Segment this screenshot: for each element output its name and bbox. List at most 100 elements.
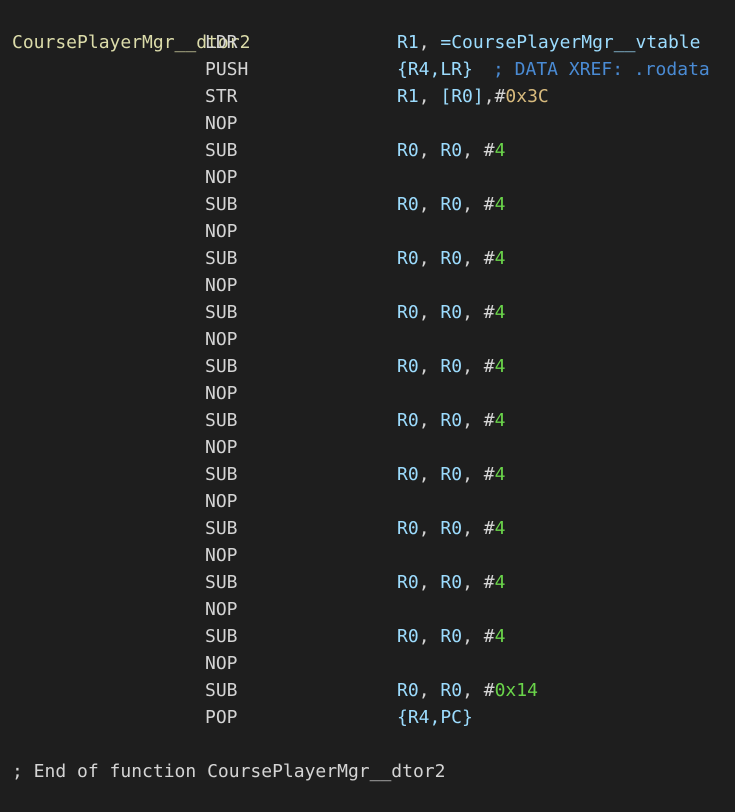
operand-separator: , <box>418 86 441 107</box>
operand-register: R0 <box>440 518 463 539</box>
instruction-operands: R0, R0, #4 <box>397 515 505 542</box>
instruction-line[interactable]: SUB R0, R0, #4 <box>0 353 735 380</box>
operand-separator: , # <box>462 356 495 377</box>
instruction-operands: R0, R0, #4 <box>397 569 505 596</box>
operand-immediate: 0x14 <box>494 680 538 701</box>
operand-register: R0 <box>440 626 463 647</box>
operand-immediate: 4 <box>494 248 506 269</box>
instruction-mnemonic: SUB <box>205 194 238 215</box>
operand-immediate: 4 <box>494 410 506 431</box>
operand-immediate: 0x3C <box>505 86 549 107</box>
operand-separator: , # <box>462 518 495 539</box>
operand-register: R0 <box>440 680 463 701</box>
instruction-mnemonic: NOP <box>205 653 238 674</box>
instruction-mnemonic: NOP <box>205 545 238 566</box>
operand-register: R0 <box>397 194 419 215</box>
instruction-line[interactable]: SUB R0, R0, #4 <box>0 245 735 272</box>
instruction-mnemonic: NOP <box>205 599 238 620</box>
instruction-operands: R0, R0, #4 <box>397 407 505 434</box>
instruction-line[interactable]: NOP <box>0 218 735 245</box>
instruction-line[interactable]: NOP <box>0 272 735 299</box>
instruction-operands: R0, R0, #4 <box>397 191 505 218</box>
instruction-operands: R0, R0, #4 <box>397 623 505 650</box>
instruction-mnemonic: SUB <box>205 410 238 431</box>
operand-immediate: 4 <box>494 626 506 647</box>
instruction-operands: R1, [R0],#0x3C <box>397 83 549 110</box>
operand-separator: , # <box>462 194 495 215</box>
instruction-operands: {R4,PC} <box>397 704 473 731</box>
operand-register: {R4,PC} <box>397 707 473 728</box>
operand-symbol[interactable]: =CoursePlayerMgr__vtable <box>440 32 700 53</box>
operand-separator: , # <box>462 248 495 269</box>
operand-register: R0 <box>397 248 419 269</box>
instruction-line[interactable]: SUB R0, R0, #4 <box>0 299 735 326</box>
instruction-mnemonic: NOP <box>205 383 238 404</box>
instruction-line[interactable]: NOP <box>0 380 735 407</box>
instruction-line[interactable]: PUSH {R4,LR} <box>0 56 735 83</box>
instruction-line[interactable]: NOP <box>0 110 735 137</box>
instruction-line[interactable]: NOP <box>0 326 735 353</box>
operand-immediate: 4 <box>494 572 506 593</box>
operand-immediate: 4 <box>494 140 506 161</box>
instruction-line[interactable]: NOP <box>0 434 735 461</box>
operand-separator: , # <box>462 572 495 593</box>
operand-separator: , <box>418 626 441 647</box>
instruction-mnemonic: SUB <box>205 302 238 323</box>
instruction-mnemonic: SUB <box>205 518 238 539</box>
instruction-mnemonic: SUB <box>205 248 238 269</box>
operand-immediate: 4 <box>494 302 506 323</box>
instruction-mnemonic: NOP <box>205 167 238 188</box>
operand-separator: , <box>418 410 441 431</box>
operand-separator: , <box>418 248 441 269</box>
operand-register: R1 <box>397 32 419 53</box>
instruction-line[interactable]: SUB R0, R0, #4 <box>0 623 735 650</box>
instruction-line[interactable]: SUB R0, R0, #4 <box>0 191 735 218</box>
instruction-mnemonic: NOP <box>205 437 238 458</box>
instruction-operands: R1, =CoursePlayerMgr__vtable <box>397 29 700 56</box>
instruction-operands: R0, R0, #4 <box>397 461 505 488</box>
instruction-line[interactable]: SUB R0, R0, #4 <box>0 515 735 542</box>
operand-register: R0 <box>440 356 463 377</box>
operand-register: R0 <box>440 410 463 431</box>
instruction-line[interactable]: SUB R0, R0, #4 <box>0 137 735 164</box>
operand-separator: ,# <box>483 86 506 107</box>
operand-register: R0 <box>397 464 419 485</box>
instruction-line[interactable]: STR R1, [R0],#0x3C <box>0 83 735 110</box>
instruction-line[interactable]: NOP <box>0 596 735 623</box>
operand-immediate: 4 <box>494 464 506 485</box>
instruction-mnemonic: SUB <box>205 356 238 377</box>
operand-separator: , <box>418 194 441 215</box>
operand-separator: , # <box>462 626 495 647</box>
instruction-mnemonic: NOP <box>205 113 238 134</box>
operand-register: R0 <box>397 680 419 701</box>
instruction-mnemonic: PUSH <box>205 59 249 80</box>
operand-separator: , <box>418 356 441 377</box>
function-header-line[interactable]: CoursePlayerMgr__dtor2 ; DATA XREF: .rod… <box>0 2 735 80</box>
instruction-line[interactable]: NOP <box>0 488 735 515</box>
function-end-line: ; End of function CoursePlayerMgr__dtor2 <box>0 731 735 782</box>
instruction-line[interactable]: SUB R0, R0, #4 <box>0 407 735 434</box>
instruction-operands: R0, R0, #0x14 <box>397 677 538 704</box>
operand-register: R0 <box>440 572 463 593</box>
instruction-line[interactable]: SUB R0, R0, #0x14 <box>0 677 735 704</box>
operand-separator: , <box>418 518 441 539</box>
instruction-mnemonic: SUB <box>205 140 238 161</box>
instruction-mnemonic: NOP <box>205 329 238 350</box>
instruction-mnemonic: SUB <box>205 626 238 647</box>
operand-register: R1 <box>397 86 419 107</box>
instruction-mnemonic: SUB <box>205 572 238 593</box>
instruction-line[interactable]: NOP <box>0 650 735 677</box>
disassembly-listing: CoursePlayerMgr__dtor2 ; DATA XREF: .rod… <box>0 0 735 782</box>
instruction-line[interactable]: NOP <box>0 164 735 191</box>
operand-immediate: 4 <box>494 356 506 377</box>
instruction-line[interactable]: SUB R0, R0, #4 <box>0 461 735 488</box>
instruction-line[interactable]: NOP <box>0 542 735 569</box>
operand-immediate: 4 <box>494 518 506 539</box>
instruction-line[interactable]: POP {R4,PC} <box>0 704 735 731</box>
operand-separator: , # <box>462 464 495 485</box>
operand-separator: , <box>418 302 441 323</box>
instruction-line[interactable]: LDR R1, =CoursePlayerMgr__vtable <box>0 29 735 56</box>
instruction-line[interactable]: SUB R0, R0, #4 <box>0 569 735 596</box>
operand-register: R0 <box>397 518 419 539</box>
operand-separator: , # <box>462 410 495 431</box>
